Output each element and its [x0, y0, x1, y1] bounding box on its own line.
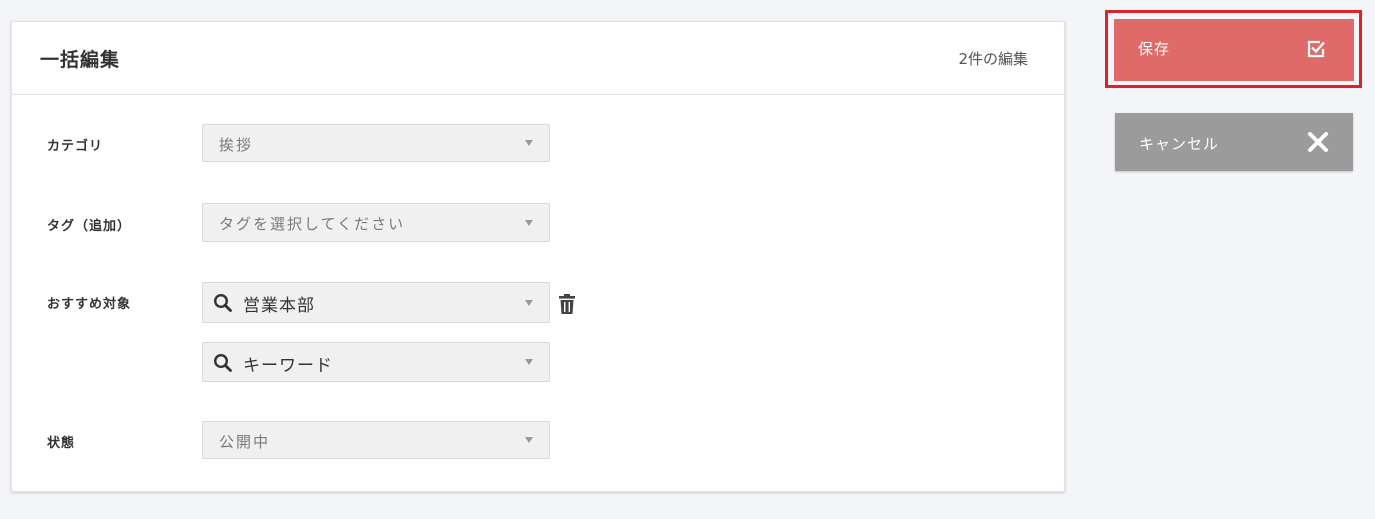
recommend-value-1: 営業本部: [243, 296, 315, 316]
bulk-edit-card: 一括編集 2件の編集 カテゴリ 挨拶 タグ（追加） タグを選択してください おす…: [11, 21, 1065, 492]
chevron-down-icon: [525, 140, 533, 146]
search-icon: [213, 353, 232, 372]
cancel-button[interactable]: キャンセル: [1115, 113, 1353, 171]
cancel-button-label: キャンセル: [1139, 135, 1220, 153]
status-label: 状態: [47, 436, 76, 451]
status-value: 公開中: [219, 433, 271, 451]
card-header: 一括編集 2件の編集: [12, 22, 1064, 95]
chevron-down-icon: [525, 299, 533, 306]
category-label: カテゴリ: [47, 139, 104, 154]
trash-icon[interactable]: [558, 293, 576, 315]
edit-count: 2件の編集: [958, 50, 1028, 68]
search-icon: [213, 293, 232, 312]
save-button-label: 保存: [1138, 40, 1171, 58]
checkbox-check-icon: [1307, 40, 1325, 58]
recommend-select-2[interactable]: キーワード: [202, 342, 550, 382]
tags-select[interactable]: タグを選択してください: [202, 203, 550, 242]
status-select[interactable]: 公開中: [202, 421, 550, 459]
chevron-down-icon: [525, 437, 533, 443]
save-button[interactable]: 保存: [1114, 19, 1354, 81]
chevron-down-icon: [525, 359, 533, 365]
category-value: 挨拶: [219, 136, 254, 154]
close-icon: [1308, 132, 1328, 152]
category-select[interactable]: 挨拶: [202, 124, 550, 162]
tags-placeholder: タグを選択してください: [219, 215, 406, 233]
chevron-down-icon: [525, 219, 533, 226]
tags-label: タグ（追加）: [47, 219, 132, 234]
page-title: 一括編集: [40, 49, 121, 71]
recommend-label: おすすめ対象: [47, 297, 132, 312]
recommend-value-2: キーワード: [243, 356, 333, 376]
recommend-select-1[interactable]: 営業本部: [202, 282, 550, 323]
